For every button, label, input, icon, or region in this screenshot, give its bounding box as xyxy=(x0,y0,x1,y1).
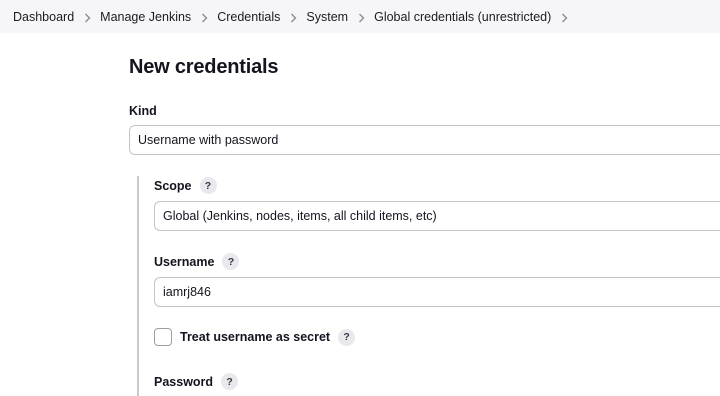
scope-select[interactable]: Global (Jenkins, nodes, items, all child… xyxy=(154,201,720,231)
breadcrumb-dashboard[interactable]: Dashboard xyxy=(13,10,74,24)
kind-label-text: Kind xyxy=(129,103,157,118)
kind-label: Kind xyxy=(129,102,157,119)
treat-username-secret-help-icon[interactable]: ? xyxy=(338,328,356,346)
username-input[interactable]: iamrj846 xyxy=(154,277,720,307)
username-help-icon[interactable]: ? xyxy=(222,253,240,270)
treat-username-secret-label-text: Treat username as secret xyxy=(180,330,331,344)
password-label-text: Password xyxy=(154,374,214,389)
breadcrumb-global-credentials[interactable]: Global credentials (unrestricted) xyxy=(374,10,551,24)
password-help-icon[interactable]: ? xyxy=(221,373,239,390)
chevron-right-icon xyxy=(191,9,217,24)
chevron-right-icon xyxy=(348,9,374,24)
treat-username-secret-checkbox[interactable] xyxy=(154,328,172,346)
chevron-right-icon xyxy=(74,9,100,24)
breadcrumb-credentials[interactable]: Credentials xyxy=(217,10,280,24)
breadcrumb-system[interactable]: System xyxy=(306,10,348,24)
kind-select-value: Username with password xyxy=(138,133,279,147)
nested-section-indicator xyxy=(137,176,139,396)
username-input-value: iamrj846 xyxy=(163,285,211,299)
chevron-right-icon xyxy=(280,9,306,24)
scope-label: Scope ? xyxy=(154,177,217,194)
username-label: Username ? xyxy=(154,253,240,270)
breadcrumb-manage-jenkins[interactable]: Manage Jenkins xyxy=(100,10,191,24)
scope-label-text: Scope xyxy=(154,178,192,193)
username-label-text: Username xyxy=(154,254,215,269)
password-label: Password ? xyxy=(154,373,239,390)
scope-help-icon[interactable]: ? xyxy=(199,177,217,194)
page-title: New credentials xyxy=(129,56,279,78)
chevron-right-icon[interactable] xyxy=(551,9,577,24)
kind-select[interactable]: Username with password xyxy=(129,125,720,155)
scope-select-value: Global (Jenkins, nodes, items, all child… xyxy=(163,209,437,223)
breadcrumb: Dashboard Manage Jenkins Credentials Sys… xyxy=(0,0,720,33)
treat-username-secret-label[interactable]: Treat username as secret ? xyxy=(180,328,356,346)
